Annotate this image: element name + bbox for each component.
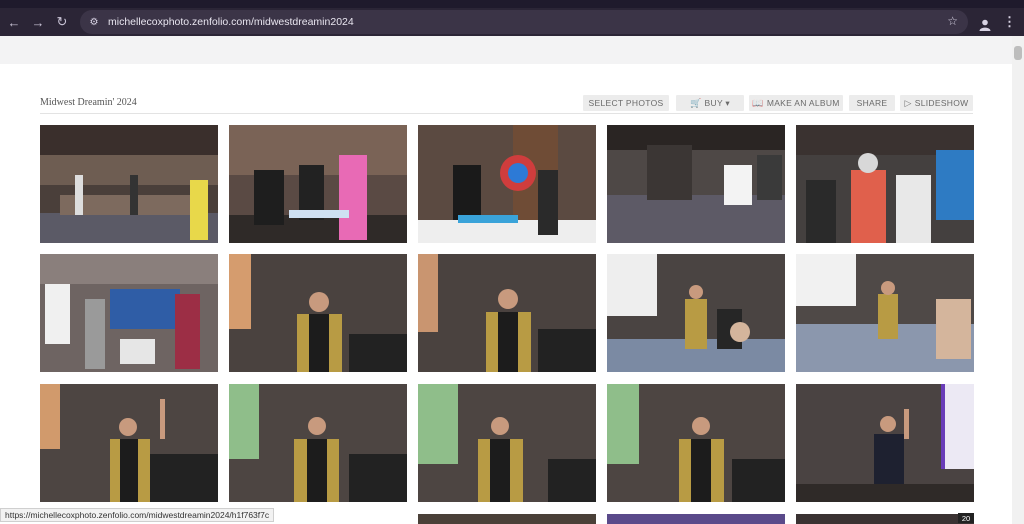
play-icon: ▷ bbox=[904, 97, 912, 108]
address-bar[interactable]: ⚙ michellecoxphoto.zenfolio.com/midwestd… bbox=[80, 10, 968, 34]
share-button[interactable]: SHARE bbox=[849, 95, 895, 111]
photo-thumbnail[interactable] bbox=[607, 514, 785, 524]
slideshow-label: SLIDESHOW bbox=[914, 98, 969, 108]
reload-button[interactable]: ↻ bbox=[50, 10, 74, 34]
title-divider bbox=[40, 113, 973, 114]
star-icon[interactable]: ☆ bbox=[947, 14, 958, 28]
photo-thumbnail[interactable] bbox=[40, 254, 218, 372]
arrow-left-icon: ← bbox=[7, 14, 21, 30]
browser-tab-strip bbox=[0, 0, 1024, 8]
forward-button[interactable]: → bbox=[26, 10, 50, 34]
photo-thumbnail[interactable] bbox=[607, 254, 785, 372]
make-album-label: MAKE AN ALBUM bbox=[766, 98, 840, 108]
share-label: SHARE bbox=[856, 98, 888, 108]
photo-thumbnail[interactable] bbox=[607, 384, 785, 502]
cart-icon: 🛒 bbox=[690, 97, 702, 108]
slideshow-button[interactable]: ▷ SLIDESHOW bbox=[900, 95, 973, 111]
photo-thumbnail[interactable] bbox=[229, 125, 407, 243]
make-album-button[interactable]: 📖 MAKE AN ALBUM bbox=[749, 95, 843, 111]
person-icon[interactable] bbox=[978, 18, 992, 32]
link-status-bar: https://michellecoxphoto.zenfolio.com/mi… bbox=[0, 508, 275, 522]
kebab-menu-icon[interactable]: ⋮ bbox=[1003, 14, 1016, 30]
photo-thumbnail[interactable] bbox=[418, 384, 596, 502]
photo-thumbnail[interactable] bbox=[40, 125, 218, 243]
scrollbar-thumb[interactable] bbox=[1014, 46, 1022, 60]
photo-thumbnail[interactable] bbox=[418, 514, 596, 524]
site-header bbox=[0, 36, 1012, 64]
browser-toolbar: ← → ↻ ⚙ michellecoxphoto.zenfolio.com/mi… bbox=[0, 8, 1024, 36]
photo-thumbnail[interactable] bbox=[418, 254, 596, 372]
select-photos-button[interactable]: SELECT PHOTOS bbox=[583, 95, 669, 111]
book-icon: 📖 bbox=[752, 97, 764, 108]
photo-thumbnail[interactable] bbox=[229, 384, 407, 502]
photo-thumbnail[interactable] bbox=[418, 125, 596, 243]
url-text[interactable]: michellecoxphoto.zenfolio.com/midwestdre… bbox=[108, 16, 354, 28]
photo-thumbnail[interactable] bbox=[796, 514, 974, 524]
photo-thumbnail[interactable] bbox=[40, 384, 218, 502]
reload-icon: ↻ bbox=[56, 14, 68, 29]
buy-button[interactable]: 🛒 BUY ▾ bbox=[676, 95, 744, 111]
photo-counter-badge: 20 bbox=[958, 513, 974, 523]
buy-label: BUY ▾ bbox=[704, 97, 730, 108]
photo-thumbnail[interactable] bbox=[796, 384, 974, 502]
photo-thumbnail[interactable] bbox=[229, 254, 407, 372]
gallery-title: Midwest Dreamin' 2024 bbox=[40, 97, 137, 108]
select-photos-label: SELECT PHOTOS bbox=[588, 98, 664, 108]
photo-thumbnail[interactable] bbox=[796, 254, 974, 372]
arrow-right-icon: → bbox=[31, 14, 45, 30]
page-content: Midwest Dreamin' 2024 SELECT PHOTOS 🛒 BU… bbox=[0, 36, 1012, 524]
photo-thumbnail[interactable] bbox=[607, 125, 785, 243]
back-button[interactable]: ← bbox=[2, 10, 26, 34]
photo-thumbnail[interactable] bbox=[796, 125, 974, 243]
tune-icon[interactable]: ⚙ bbox=[86, 14, 102, 30]
page-scrollbar[interactable] bbox=[1012, 36, 1024, 524]
